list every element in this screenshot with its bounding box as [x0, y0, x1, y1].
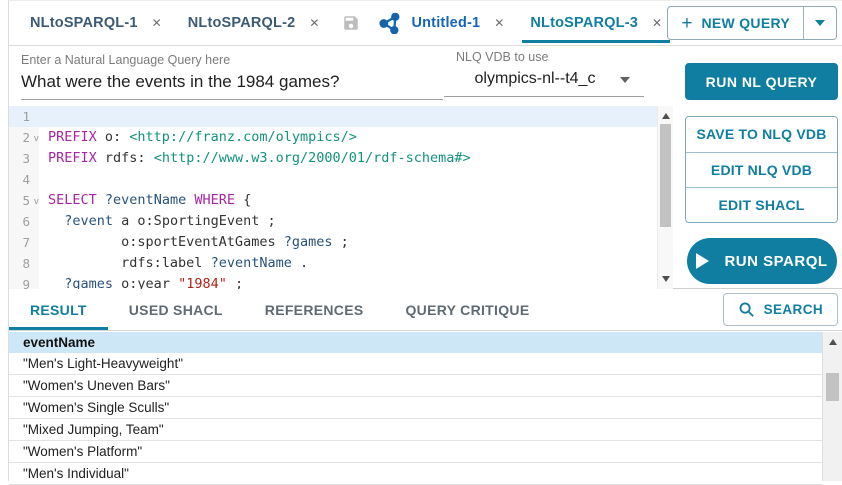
line-number: 5v	[9, 190, 39, 211]
save-icon[interactable]	[342, 14, 360, 32]
code-text	[39, 169, 48, 190]
code-line-3[interactable]: 3PREFIX rdfs: <http://www.w3.org/2000/01…	[9, 148, 673, 169]
tab-nltosparql-3[interactable]: NLtoSPARQL-3 ✕	[517, 1, 675, 45]
code-line-7[interactable]: 7 o:sportEventAtGames ?games ;	[9, 232, 673, 253]
scrollbar-thumb[interactable]	[660, 124, 671, 227]
results-tab-result[interactable]: RESULT	[9, 289, 108, 330]
run-nl-query-button[interactable]: RUN NL QUERY	[685, 63, 838, 100]
close-icon[interactable]: ✕	[494, 17, 504, 29]
fold-chevron-icon[interactable]: v	[34, 192, 39, 213]
close-icon[interactable]: ✕	[309, 17, 319, 29]
search-button[interactable]: SEARCH	[723, 293, 838, 326]
line-number: 2v	[9, 127, 39, 148]
tab-untitled-1[interactable]: Untitled-1 ✕	[366, 1, 517, 45]
vdb-action-buttons: SAVE TO NLQ VDB EDIT NLQ VDB EDIT SHACL	[685, 116, 838, 223]
scrollbar-thumb[interactable]	[826, 373, 839, 401]
line-number: 7	[9, 232, 39, 253]
code-line-4[interactable]: 4	[9, 169, 673, 190]
edit-shacl-button[interactable]: EDIT SHACL	[686, 187, 837, 222]
tab-label: NLtoSPARQL-2	[188, 15, 296, 31]
results-table: eventName "Men's Light-Heavyweight""Wome…	[9, 332, 822, 485]
chevron-down-icon	[815, 20, 825, 26]
search-icon	[738, 301, 755, 318]
vdb-select-label: NLQ VDB to use	[444, 50, 644, 64]
new-query-button[interactable]: + NEW QUERY	[667, 6, 837, 40]
code-text: ?event a o:SportingEvent ;	[39, 211, 276, 232]
query-tab-bar: NLtoSPARQL-1✕NLtoSPARQL-2✕Untitled-1✕NLt…	[9, 1, 842, 46]
nlq-input-label: Enter a Natural Language Query here	[21, 53, 443, 67]
play-icon	[696, 253, 709, 269]
new-query-main[interactable]: + NEW QUERY	[668, 7, 803, 39]
results-panel: RESULTUSED SHACLREFERENCESQUERY CRITIQUE…	[9, 289, 842, 481]
sparql-editor[interactable]: 12vPREFIX o: <http://franz.com/olympics/…	[9, 106, 673, 289]
code-text	[39, 106, 48, 127]
code-text: rdfs:label ?eventName .	[39, 253, 308, 274]
vdb-selected-value: olympics-nl--t4_c	[444, 70, 644, 88]
new-query-dropdown[interactable]	[804, 20, 836, 26]
edit-nlq-vdb-button[interactable]: EDIT NLQ VDB	[686, 152, 837, 187]
code-text: PREFIX rdfs: <http://www.w3.org/2000/01/…	[39, 148, 471, 169]
nlq-input[interactable]: What were the events in the 1984 games?	[21, 72, 443, 100]
tab-label: NLtoSPARQL-1	[30, 15, 138, 31]
scroll-up-icon[interactable]	[829, 339, 837, 345]
save-to-nlq-vdb-button[interactable]: SAVE TO NLQ VDB	[686, 117, 837, 152]
run-sparql-label: RUN SPARQL	[724, 253, 827, 270]
nl-to-sparql-app: NLtoSPARQL-1✕NLtoSPARQL-2✕Untitled-1✕NLt…	[8, 0, 842, 481]
close-icon[interactable]: ✕	[652, 17, 662, 29]
code-line-1[interactable]: 1	[9, 106, 673, 127]
table-row[interactable]: "Women's Platform"	[9, 441, 822, 463]
new-query-label: NEW QUERY	[701, 15, 790, 31]
results-tab-query-critique[interactable]: QUERY CRITIQUE	[384, 289, 550, 330]
fold-chevron-icon[interactable]: v	[34, 129, 39, 150]
table-row[interactable]: "Mixed Jumping, Team"	[9, 419, 822, 441]
code-line-2[interactable]: 2vPREFIX o: <http://franz.com/olympics/>	[9, 127, 673, 148]
line-number: 8	[9, 253, 39, 274]
editor-scrollbar[interactable]	[657, 106, 673, 289]
scroll-up-icon[interactable]	[662, 113, 670, 119]
code-text: ?games o:year "1984" ;	[39, 274, 243, 289]
column-header-eventname[interactable]: eventName	[9, 332, 822, 353]
line-number: 1	[9, 106, 39, 127]
vdb-select-field: NLQ VDB to use olympics-nl--t4_c	[444, 50, 644, 97]
results-tab-bar: RESULTUSED SHACLREFERENCESQUERY CRITIQUE	[9, 289, 842, 331]
run-sparql-button[interactable]: RUN SPARQL	[687, 238, 837, 284]
code-line-5[interactable]: 5vSELECT ?eventName WHERE {	[9, 190, 673, 211]
result-rows: "Men's Light-Heavyweight""Women's Uneven…	[9, 353, 822, 485]
code-line-6[interactable]: 6 ?event a o:SportingEvent ;	[9, 211, 673, 232]
close-icon[interactable]: ✕	[152, 17, 162, 29]
line-number: 3	[9, 148, 39, 169]
results-scrollbar[interactable]	[822, 332, 842, 481]
chevron-down-icon	[620, 77, 630, 83]
line-number: 6	[9, 211, 39, 232]
code-text: o:sportEventAtGames ?games ;	[39, 232, 349, 253]
plus-icon: +	[681, 14, 692, 33]
table-row[interactable]: "Women's Single Sculls"	[9, 397, 822, 419]
graph-icon	[379, 13, 402, 34]
table-row[interactable]: "Men's Individual"	[9, 463, 822, 485]
tab-label: NLtoSPARQL-3	[530, 15, 638, 31]
table-row[interactable]: "Men's Light-Heavyweight"	[9, 353, 822, 375]
code-line-9[interactable]: 9 ?games o:year "1984" ;	[9, 274, 673, 289]
code-text: PREFIX o: <http://franz.com/olympics/>	[39, 127, 357, 148]
code-text: SELECT ?eventName WHERE {	[39, 190, 251, 211]
nlq-field: Enter a Natural Language Query here What…	[21, 53, 443, 100]
results-tab-used-shacl[interactable]: USED SHACL	[108, 289, 244, 330]
query-tabs: NLtoSPARQL-1✕NLtoSPARQL-2✕Untitled-1✕NLt…	[17, 1, 675, 45]
tab-nltosparql-1[interactable]: NLtoSPARQL-1 ✕	[17, 1, 175, 45]
scroll-down-icon[interactable]	[662, 276, 670, 282]
code-line-8[interactable]: 8 rdfs:label ?eventName .	[9, 253, 673, 274]
line-number: 4	[9, 169, 39, 190]
code-lines: 12vPREFIX o: <http://franz.com/olympics/…	[9, 106, 673, 289]
tab-nltosparql-2[interactable]: NLtoSPARQL-2 ✕	[175, 1, 333, 45]
results-tab-references[interactable]: REFERENCES	[244, 289, 385, 330]
vdb-select[interactable]: olympics-nl--t4_c	[444, 70, 644, 97]
search-label: SEARCH	[764, 302, 823, 317]
query-panel: Enter a Natural Language Query here What…	[9, 46, 842, 289]
tab-label: Untitled-1	[411, 15, 480, 31]
line-number: 9	[9, 274, 39, 289]
table-row[interactable]: "Women's Uneven Bars"	[9, 375, 822, 397]
